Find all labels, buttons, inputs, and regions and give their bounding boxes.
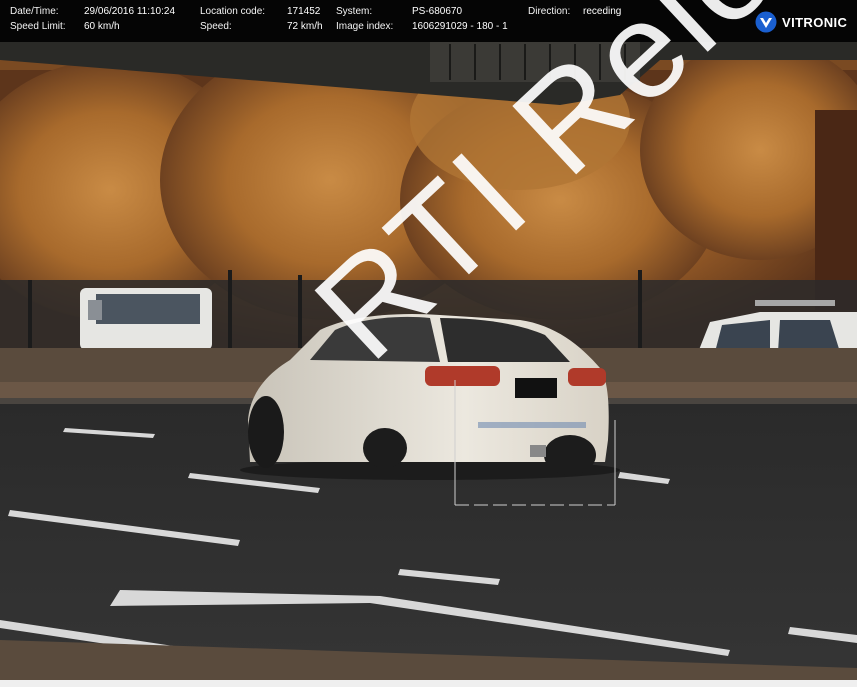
direction-value: receding <box>583 6 622 17</box>
plate-scan-text <box>478 422 586 428</box>
speed-limit-value: 60 km/h <box>84 21 120 32</box>
datetime-label: Date/Time: <box>10 6 59 17</box>
speed-limit-label: Speed Limit: <box>10 21 66 32</box>
speed-label: Speed: <box>200 21 232 32</box>
direction-label: Direction: <box>528 6 571 17</box>
system-label: System: <box>336 6 373 17</box>
speed-camera-image: Date/Time: 29/06/2016 11:10:24 Location … <box>0 0 857 687</box>
overlay-header: Date/Time: 29/06/2016 11:10:24 Location … <box>0 0 857 42</box>
vitronic-logo: VITRONIC <box>755 11 857 35</box>
image-index-label: Image index: <box>336 21 394 32</box>
speed-value: 72 km/h <box>287 21 323 32</box>
location-code-value: 171452 <box>287 6 321 17</box>
scan-edge <box>0 680 857 687</box>
image-index-value: 1606291029 - 180 - 1 <box>412 21 508 32</box>
location-code-label: Location code: <box>200 6 266 17</box>
bridge-railing <box>430 42 640 82</box>
roadway-scene <box>0 40 857 687</box>
parked-van <box>80 288 212 350</box>
datetime-value: 29/06/2016 11:10:24 <box>84 6 176 17</box>
brand-name: VITRONIC <box>782 15 848 30</box>
system-value: PS-680670 <box>412 6 463 17</box>
vitronic-logo-icon <box>755 11 777 33</box>
